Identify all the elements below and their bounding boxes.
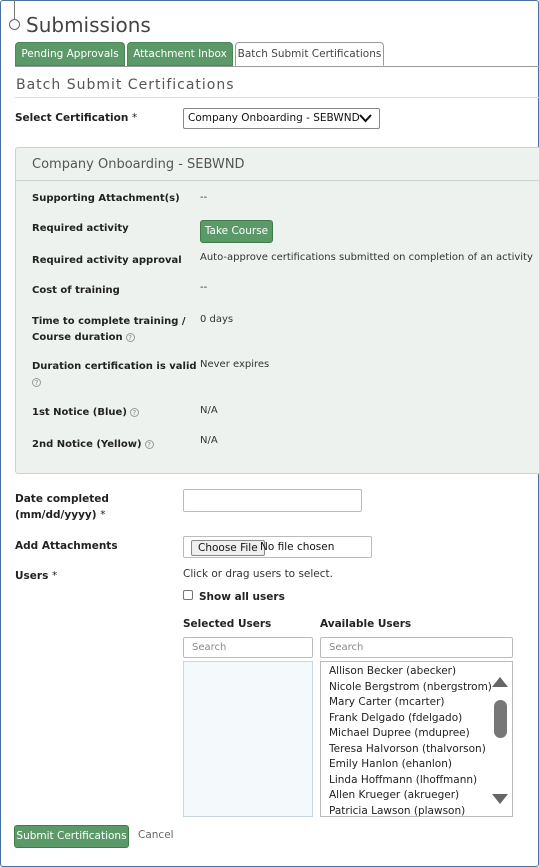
tab-attachment-inbox[interactable]: Attachment Inbox [127,42,233,66]
selected-users-search[interactable]: Search [183,637,313,658]
scroll-down-arrow-icon[interactable] [492,794,508,804]
list-item[interactable]: Nicole Bergstrom (nbergstrom) [329,681,492,693]
required-mark: * [131,112,138,124]
second-notice-value: N/A [200,435,218,446]
supporting-attachments-label: Supporting Attachment(s) [32,193,180,204]
selected-users-list[interactable] [183,661,313,817]
no-file-text: No file chosen [260,541,335,553]
first-notice-label-text: 1st Notice (Blue) [32,407,127,418]
available-users-search[interactable]: Search [320,637,513,658]
choose-file-button[interactable]: Choose File [191,540,265,556]
file-input[interactable]: Choose File No file chosen [183,536,372,558]
required-activity-approval-label: Required activity approval [32,255,182,266]
duration-valid-label: Duration certification is valid ? [32,359,197,391]
supporting-attachments-value: -- [200,192,208,203]
cost-of-training-value: -- [200,282,208,293]
certification-select[interactable]: Company Onboarding - SEBWND [183,108,380,129]
section-title: Batch Submit Certifications [16,77,235,93]
tree-node-icon [9,19,20,30]
submit-certifications-button[interactable]: Submit Certifications [14,825,129,848]
list-item[interactable]: Linda Hoffmann (lhoffmann) [329,774,477,786]
select-certification-label: Select Certification * [15,110,137,126]
date-completed-label-line1: Date completed [15,493,109,505]
date-completed-input[interactable] [183,489,362,512]
second-notice-label: 2nd Notice (Yellow)? [32,437,154,453]
selected-users-heading: Selected Users [183,618,272,630]
duration-valid-value: Never expires [200,359,270,370]
section-divider [15,97,539,98]
tab-pending-approvals[interactable]: Pending Approvals [15,42,125,66]
tab-divider [15,66,539,67]
date-completed-label-line2: (mm/dd/yyyy) [15,509,97,521]
chevron-down-icon [359,114,372,123]
available-users-list[interactable]: Allison Becker (abecker) Nicole Bergstro… [320,661,513,817]
page-title: Submissions [26,13,151,37]
take-course-button[interactable]: Take Course [200,220,273,243]
duration-valid-label-text: Duration certification is valid [32,361,197,372]
help-icon[interactable]: ? [32,377,41,387]
scroll-up-arrow-icon[interactable] [492,677,508,687]
panel-title: Company Onboarding - SEBWND [32,157,245,172]
panel-header: Company Onboarding - SEBWND [16,148,539,181]
available-users-heading: Available Users [320,618,412,630]
first-notice-label: 1st Notice (Blue)? [32,405,139,421]
select-certification-label-text: Select Certification [15,112,129,124]
list-item[interactable]: Allison Becker (abecker) [329,665,456,677]
list-item[interactable]: Frank Delgado (fdelgado) [329,712,462,724]
time-to-complete-label: Time to complete training / Course durat… [32,314,186,346]
help-icon[interactable]: ? [125,332,135,342]
date-completed-label: Date completed (mm/dd/yyyy) * [15,491,109,523]
list-item[interactable]: Michael Dupree (mdupree) [329,727,470,739]
cost-of-training-label: Cost of training [32,285,120,296]
list-item[interactable]: Emily Hanlon (ehanlon) [329,758,452,770]
list-item[interactable]: Patricia Lawson (plawson) [329,805,465,816]
required-activity-approval-value: Auto-approve certifications submitted on… [200,252,533,263]
cancel-link[interactable]: Cancel [138,829,174,841]
certification-details-panel: Company Onboarding - SEBWND Supporting A… [15,147,539,474]
add-attachments-label: Add Attachments [15,540,118,552]
required-activity-label: Required activity [32,223,129,234]
required-mark: * [51,570,58,582]
time-to-complete-label-line1: Time to complete training / [32,316,186,327]
users-label: Users * [15,568,57,584]
second-notice-label-text: 2nd Notice (Yellow) [32,439,142,450]
tree-line [14,0,15,20]
required-mark: * [100,509,106,521]
help-icon[interactable]: ? [144,439,154,449]
time-to-complete-label-line2: Course duration [32,332,123,343]
help-icon[interactable]: ? [129,407,139,417]
show-all-users-label[interactable]: Show all users [199,589,285,605]
certification-select-value: Company Onboarding - SEBWND [188,112,360,124]
scrollbar-thumb[interactable] [494,700,507,738]
users-hint: Click or drag users to select. [183,568,333,580]
first-notice-value: N/A [200,405,218,416]
list-item[interactable]: Mary Carter (mcarter) [329,696,445,708]
list-item[interactable]: Teresa Halvorson (thalvorson) [329,743,486,755]
list-item[interactable]: Allen Krueger (akrueger) [329,789,459,801]
time-to-complete-value: 0 days [200,314,234,325]
tab-batch-submit-certifications[interactable]: Batch Submit Certifications [235,42,384,66]
users-label-text: Users [15,570,49,582]
show-all-users-checkbox[interactable] [183,590,193,600]
